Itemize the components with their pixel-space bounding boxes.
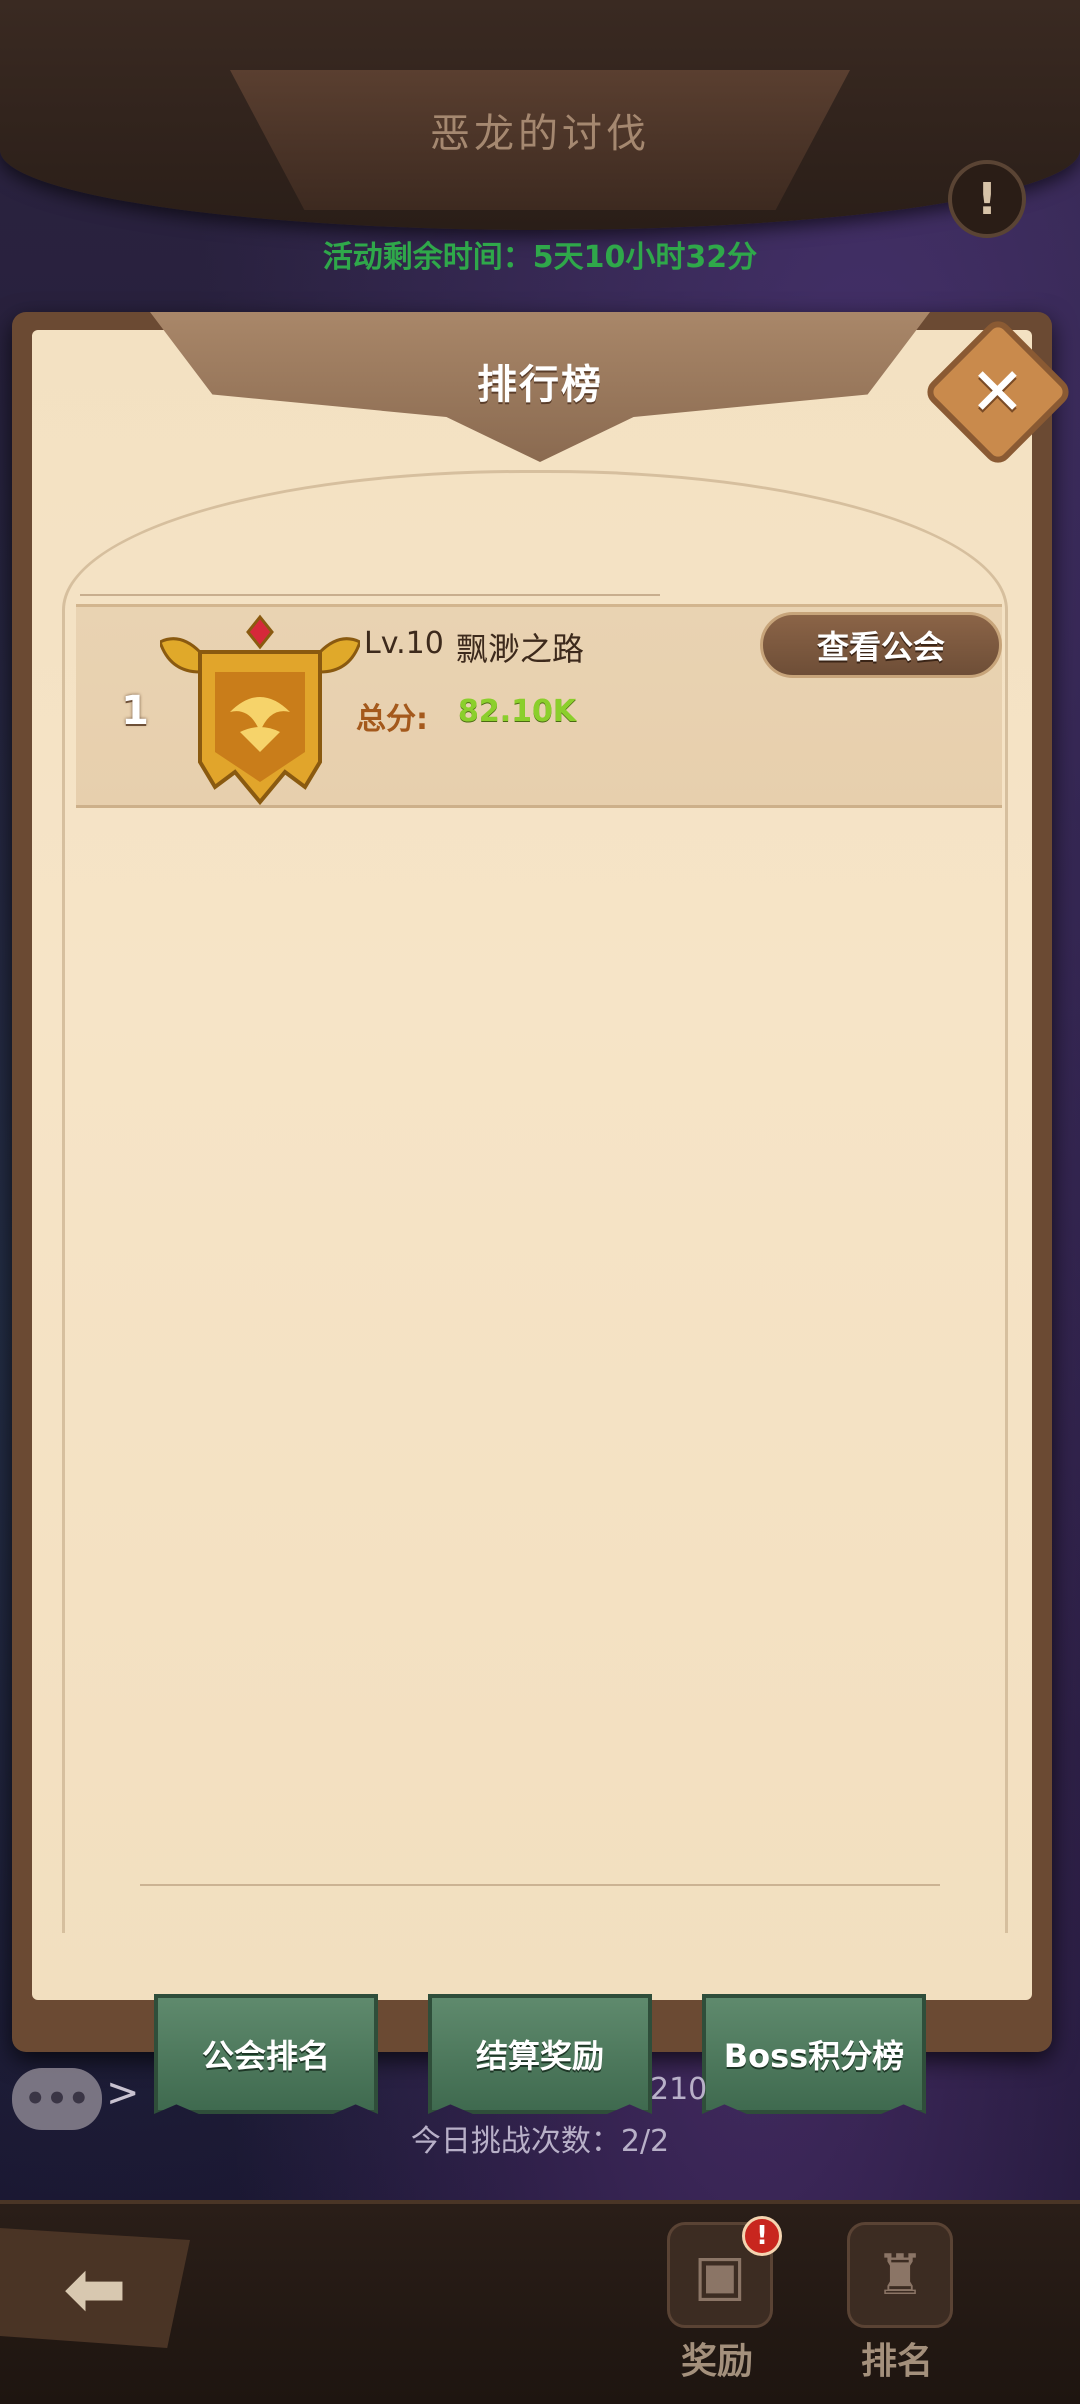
nav-rewards[interactable]: ▣ ! 奖励 xyxy=(642,2216,792,2392)
total-score-value: 82.10K xyxy=(458,694,577,729)
ranking-icon: ♜ xyxy=(847,2222,953,2328)
tab-boss-score[interactable]: Boss积分榜 xyxy=(702,1994,926,2114)
nav-ranking[interactable]: ♜ 排名 xyxy=(822,2222,972,2392)
nav-rewards-label: 奖励 xyxy=(680,2341,753,2382)
back-arrow-icon: ⬅ xyxy=(63,2243,127,2333)
guild-name: 飘渺之路 xyxy=(456,630,585,668)
header-divider xyxy=(80,594,660,602)
guild-level: Lv.10 xyxy=(364,626,444,661)
rank-number: 1 xyxy=(121,688,149,734)
event-remaining-time: 活动剩余时间：5天10小时32分 xyxy=(322,240,758,275)
guild-emblem-icon xyxy=(160,614,360,806)
view-guild-button[interactable]: 查看公会 xyxy=(760,612,1002,678)
tab-guild-ranking[interactable]: 公会排名 xyxy=(154,1994,378,2114)
chevron-right-icon[interactable]: > xyxy=(106,2070,140,2116)
chat-bubble-icon: ••• xyxy=(24,2079,90,2119)
notification-badge: ! xyxy=(742,2216,782,2256)
stat-value-partial: 210 xyxy=(650,2072,708,2107)
event-title-plate: 恶龙的讨伐 xyxy=(230,70,850,210)
panel-bottom-divider xyxy=(140,1884,940,1886)
exclamation-icon: ! xyxy=(976,173,998,225)
tab-settlement-rewards[interactable]: 结算奖励 xyxy=(428,1994,652,2114)
total-score-label: 总分: xyxy=(356,702,428,737)
daily-challenge-count: 今日挑战次数：2/2 xyxy=(410,2124,670,2159)
close-icon: ✕ xyxy=(970,353,1026,431)
event-title: 恶龙的讨伐 xyxy=(430,111,650,157)
info-alert-button[interactable]: ! xyxy=(948,160,1026,238)
back-button[interactable]: ⬅ xyxy=(0,2228,190,2348)
nav-ranking-label: 排名 xyxy=(860,2341,933,2382)
